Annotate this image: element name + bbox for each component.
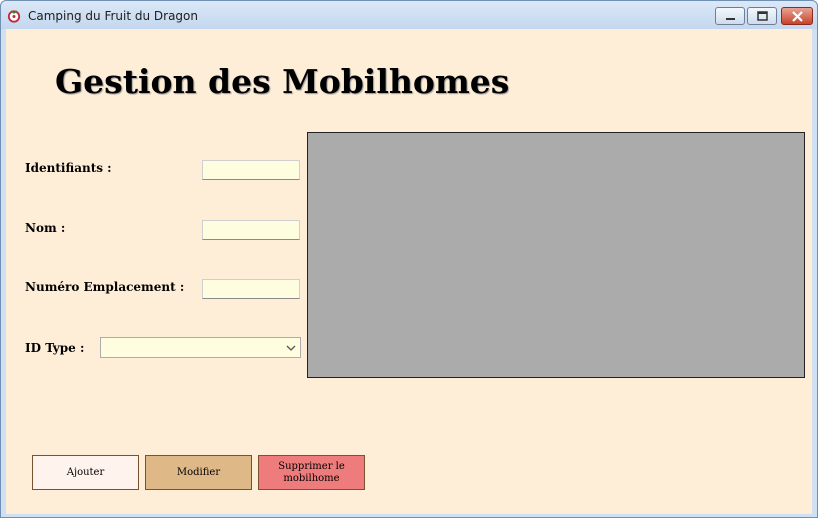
emplacement-label: Numéro Emplacement : xyxy=(25,280,185,294)
nom-label: Nom : xyxy=(25,221,66,235)
page-title: Gestion des Mobilhomes xyxy=(55,62,510,101)
minimize-button[interactable] xyxy=(715,7,745,25)
form-client-area: Gestion des Mobilhomes Identifiants : No… xyxy=(6,29,812,514)
nom-input[interactable] xyxy=(202,220,300,240)
mobilhomes-data-grid[interactable] xyxy=(307,132,805,378)
application-window: Camping du Fruit du Dragon Gestion des M… xyxy=(0,0,818,518)
idtype-select[interactable] xyxy=(100,337,301,358)
edit-button[interactable]: Modifier xyxy=(145,455,252,490)
delete-mobilhome-button[interactable]: Supprimer le mobilhome xyxy=(258,455,365,490)
add-button[interactable]: Ajouter xyxy=(32,455,139,490)
window-title: Camping du Fruit du Dragon xyxy=(28,9,198,23)
identifiants-input[interactable] xyxy=(202,160,300,180)
emplacement-input[interactable] xyxy=(202,279,300,299)
chevron-down-icon xyxy=(286,345,296,351)
dragon-fruit-icon xyxy=(7,8,21,23)
idtype-label: ID Type : xyxy=(25,341,85,355)
maximize-icon xyxy=(757,11,768,21)
close-button[interactable] xyxy=(781,7,813,25)
close-icon xyxy=(792,11,803,22)
identifiants-label: Identifiants : xyxy=(25,161,112,175)
maximize-button[interactable] xyxy=(747,7,777,25)
minimize-icon xyxy=(726,18,735,20)
title-bar[interactable]: Camping du Fruit du Dragon xyxy=(1,1,817,29)
